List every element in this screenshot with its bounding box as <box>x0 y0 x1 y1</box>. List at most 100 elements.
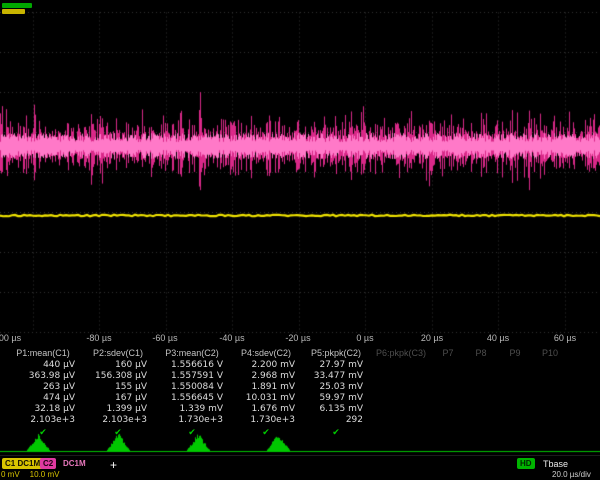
oscilloscope-screen: 00 µs-80 µs-60 µs-40 µs-20 µs0 µs20 µs40… <box>0 0 600 480</box>
channel1-vdiv-value: 10.0 mV <box>30 470 60 479</box>
measurement-table: P1:mean(C1)P2:sdev(C1)P3:mean(C2)P4:sdev… <box>4 347 568 437</box>
cursor-marker-icon[interactable]: + <box>110 459 117 471</box>
measure-value: 1.550084 V <box>154 382 230 393</box>
measure-header-row: P1:mean(C1)P2:sdev(C1)P3:mean(C2)P4:sdev… <box>4 347 568 360</box>
measure-value: 33.477 mV <box>302 371 370 382</box>
measure-value <box>370 393 432 404</box>
time-axis-label: 40 µs <box>487 333 509 343</box>
measure-value: 474 µV <box>4 393 82 404</box>
measure-value-row: 363.98 µV156.308 µV1.557591 V2.968 mV33.… <box>4 371 568 382</box>
measure-column-header[interactable]: P3:mean(C2) <box>154 347 230 360</box>
measure-value: 167 µV <box>82 393 154 404</box>
measure-value <box>432 360 464 371</box>
measure-value <box>532 371 568 382</box>
timebase-scale-value: 20.0 µs/div <box>552 470 591 479</box>
status-check-icon: ✔ <box>4 426 82 438</box>
measure-value: 10.031 mV <box>230 393 302 404</box>
measure-value: 156.308 µV <box>82 371 154 382</box>
measure-value: 1.891 mV <box>230 382 302 393</box>
measure-value: 363.98 µV <box>4 371 82 382</box>
time-axis-label: 60 µs <box>554 333 576 343</box>
status-empty <box>532 426 568 438</box>
measure-column-header[interactable]: P5:pkpk(C2) <box>302 347 370 360</box>
status-empty <box>370 426 432 438</box>
measure-value: 1.557591 V <box>154 371 230 382</box>
time-axis-label: -60 µs <box>152 333 177 343</box>
measure-column-header[interactable]: P2:sdev(C1) <box>82 347 154 360</box>
measure-column-header[interactable]: P4:sdev(C2) <box>230 347 302 360</box>
bottom-status-bar: C1 DC1M C2 DC1M + 0 mV 10.0 mV HD Tbase 2… <box>0 455 600 480</box>
measure-value: 263 µV <box>4 382 82 393</box>
measure-value <box>532 393 568 404</box>
status-indicator-yellow-icon <box>2 9 25 14</box>
measure-value: 27.97 mV <box>302 360 370 371</box>
status-check-icon: ✔ <box>302 426 370 438</box>
measure-column-header[interactable]: P6:pkpk(C3) <box>370 347 432 360</box>
measure-status-row: ✔✔✔✔✔ <box>4 426 568 437</box>
measure-value-row: 32.18 µV1.399 µV1.339 mV1.676 mV6.135 mV <box>4 404 568 415</box>
measure-value-row: 263 µV155 µV1.550084 V1.891 mV25.03 mV <box>4 382 568 393</box>
time-axis: 00 µs-80 µs-60 µs-40 µs-20 µs0 µs20 µs40… <box>0 333 600 345</box>
measure-value: 1.676 mV <box>230 404 302 415</box>
measure-value <box>370 360 432 371</box>
measure-value: 292 <box>302 415 370 426</box>
measure-value <box>498 393 532 404</box>
measure-value <box>370 415 432 426</box>
measure-value <box>370 382 432 393</box>
measure-value <box>432 404 464 415</box>
status-check-icon: ✔ <box>230 426 302 438</box>
channel2-descriptor-chip[interactable]: C2 <box>40 458 56 469</box>
measure-column-header[interactable]: P8 <box>464 347 498 360</box>
measure-value-row: 2.103e+32.103e+31.730e+31.730e+3292 <box>4 415 568 426</box>
status-indicator-green-icon <box>2 3 32 8</box>
measure-value <box>532 415 568 426</box>
time-axis-label: -20 µs <box>285 333 310 343</box>
channel1-descriptor-chip[interactable]: C1 DC1M <box>2 458 43 469</box>
measure-value: 155 µV <box>82 382 154 393</box>
measure-value <box>464 404 498 415</box>
measure-value: 440 µV <box>4 360 82 371</box>
measure-value <box>464 415 498 426</box>
measure-value: 2.103e+3 <box>4 415 82 426</box>
measure-value <box>498 371 532 382</box>
measure-value <box>432 371 464 382</box>
measure-value <box>532 404 568 415</box>
measure-value <box>464 371 498 382</box>
channel2-coupling-label: DC1M <box>63 459 86 468</box>
measure-value: 1.399 µV <box>82 404 154 415</box>
measure-value: 59.97 mV <box>302 393 370 404</box>
measure-value: 1.339 mV <box>154 404 230 415</box>
measure-value: 1.556645 V <box>154 393 230 404</box>
time-axis-label: 20 µs <box>421 333 443 343</box>
measure-value <box>464 360 498 371</box>
measure-value <box>464 382 498 393</box>
measure-value: 25.03 mV <box>302 382 370 393</box>
measure-value <box>532 382 568 393</box>
status-empty <box>432 426 464 438</box>
measure-value <box>370 371 432 382</box>
measure-column-header[interactable]: P9 <box>498 347 532 360</box>
channel1-offset-value: 0 mV <box>1 470 20 479</box>
time-axis-label: -40 µs <box>219 333 244 343</box>
time-axis-label: -80 µs <box>86 333 111 343</box>
measure-value: 2.968 mV <box>230 371 302 382</box>
measure-value <box>464 393 498 404</box>
measure-value-row: 474 µV167 µV1.556645 V10.031 mV59.97 mV <box>4 393 568 404</box>
measure-value: 1.556616 V <box>154 360 230 371</box>
measure-column-header[interactable]: P10 <box>532 347 568 360</box>
hd-mode-chip[interactable]: HD <box>517 458 535 469</box>
measure-value: 32.18 µV <box>4 404 82 415</box>
measure-value: 1.730e+3 <box>230 415 302 426</box>
measure-value <box>498 382 532 393</box>
status-check-icon: ✔ <box>82 426 154 438</box>
measure-value-row: 440 µV160 µV1.556616 V2.200 mV27.97 mV <box>4 360 568 371</box>
measure-value: 2.200 mV <box>230 360 302 371</box>
status-check-icon: ✔ <box>154 426 230 438</box>
measure-column-header[interactable]: P7 <box>432 347 464 360</box>
time-axis-label: 00 µs <box>0 333 21 343</box>
measure-value <box>498 415 532 426</box>
measure-value: 2.103e+3 <box>82 415 154 426</box>
timebase-descriptor-chip[interactable]: Tbase <box>543 459 568 469</box>
measure-column-header[interactable]: P1:mean(C1) <box>4 347 82 360</box>
measure-value <box>532 360 568 371</box>
